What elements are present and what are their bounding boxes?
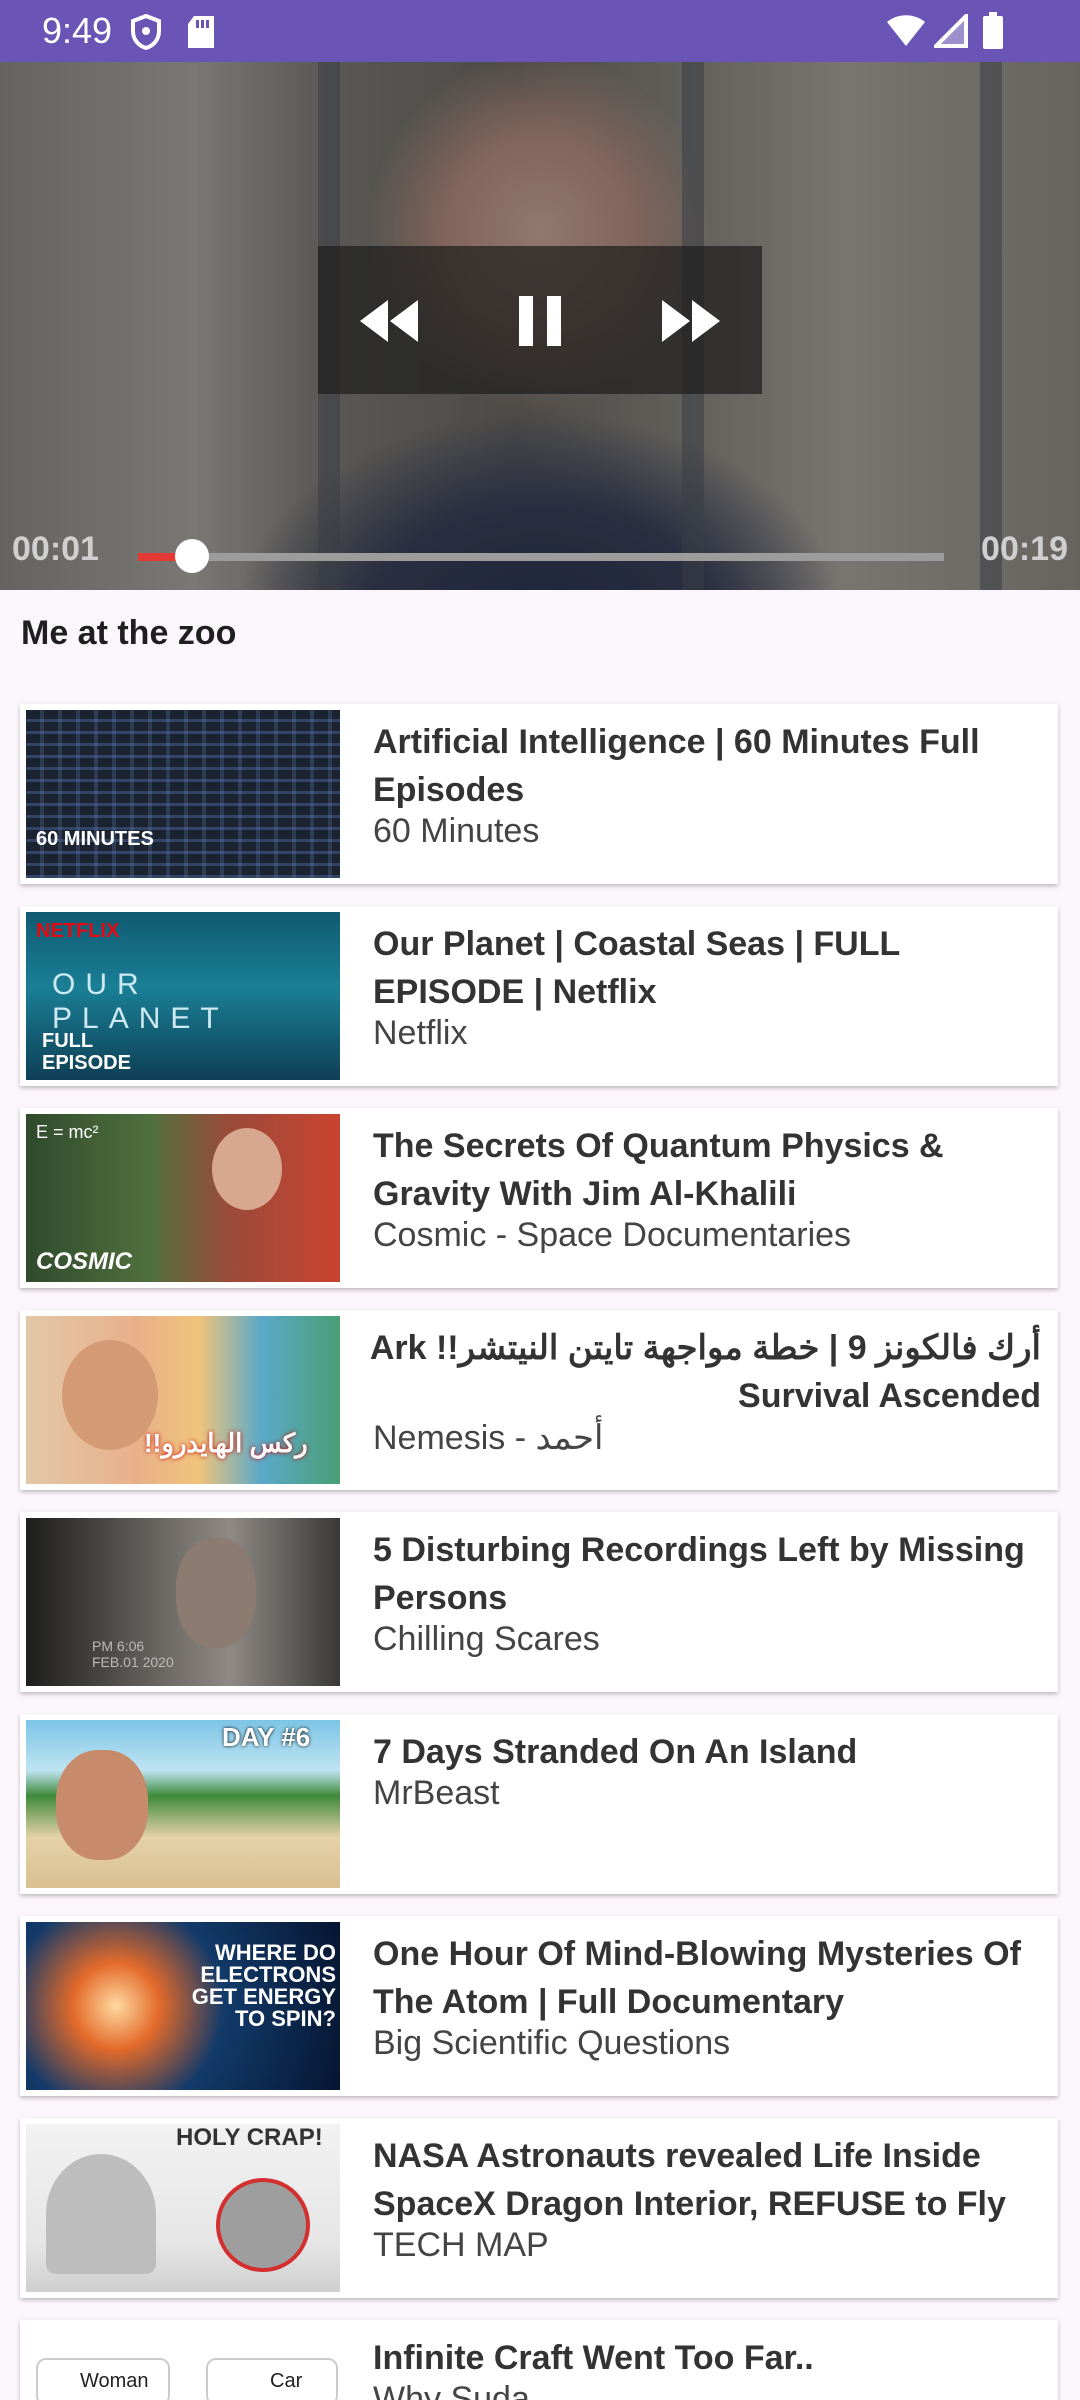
wifi-icon [887, 15, 925, 46]
video-card[interactable]: PM 6:06 FEB.01 2020 5 Disturbing Recordi… [20, 1512, 1058, 1692]
video-title-bar: Me at the zoo [0, 590, 1080, 678]
video-card[interactable]: NETFLIX OUR PLANET FULL EPISODE Our Plan… [20, 906, 1058, 1086]
video-card-title: The Secrets Of Quantum Physics & Gravity… [373, 1127, 944, 1213]
thumbnail-text: DAY #6 [222, 1722, 311, 1752]
video-card-channel: TECH MAP [373, 2226, 549, 2264]
video-card-title: أرك فالكونز 9 | خطة مواجهة تايتن النيتشر… [369, 1329, 1041, 1415]
thumbnail-text: COSMIC [36, 1248, 132, 1275]
video-card-channel: MrBeast [373, 1774, 500, 1812]
video-thumbnail: DAY #6 [26, 1720, 340, 1888]
rewind-button[interactable] [354, 286, 424, 356]
status-bar: 9:49 [0, 0, 1080, 62]
video-card[interactable]: DAY #6 7 Days Stranded On An Island MrBe… [20, 1714, 1058, 1894]
thumbnail-text: FULL EPISODE [42, 1030, 131, 1074]
video-card[interactable]: E = mc² COSMIC The Secrets Of Quantum Ph… [20, 1108, 1058, 1288]
playback-controls [318, 246, 762, 394]
video-player[interactable]: 00:01 00:19 [0, 62, 1080, 590]
thumbnail-text: PM 6:06 FEB.01 2020 [92, 1638, 174, 1670]
video-card[interactable]: HOLY CRAP! NASA Astronauts revealed Life… [20, 2118, 1058, 2298]
thumbnail-text: ركس الهايدرو!! [144, 1428, 308, 1458]
video-card[interactable]: ركس الهايدرو!! أرك فالكونز 9 | خطة مواجه… [20, 1310, 1058, 1490]
video-card-channel: Nemesis - أحمد [373, 1419, 604, 1457]
elapsed-time: 00:01 [12, 530, 99, 568]
video-thumbnail: ركس الهايدرو!! [26, 1316, 340, 1484]
video-thumbnail: PM 6:06 FEB.01 2020 [26, 1518, 340, 1686]
video-thumbnail: HOLY CRAP! [26, 2124, 340, 2292]
fast-forward-button[interactable] [656, 286, 726, 356]
video-card-channel: Netflix [373, 1014, 468, 1052]
video-card[interactable]: 60 MINUTES Artificial Intelligence | 60 … [20, 704, 1058, 884]
related-videos-list[interactable]: 60 MINUTES Artificial Intelligence | 60 … [0, 678, 1080, 2400]
video-thumbnail: WHERE DO ELECTRONS GET ENERGY TO SPIN? [26, 1922, 340, 2090]
video-card-channel: Big Scientific Questions [373, 2024, 731, 2062]
video-thumbnail: Woman Car [26, 2326, 340, 2400]
thumbnail-text: OUR PLANET [52, 968, 229, 1035]
video-thumbnail: E = mc² COSMIC [26, 1114, 340, 1282]
video-card-channel: Chilling Scares [373, 1620, 600, 1658]
status-time: 9:49 [42, 10, 113, 51]
video-card-title: NASA Astronauts revealed Life Inside Spa… [373, 2137, 1006, 2223]
video-card-title: Our Planet | Coastal Seas | FULL EPISODE… [373, 925, 900, 1011]
seek-bar-thumb[interactable] [175, 539, 209, 573]
video-thumbnail: 60 MINUTES [26, 710, 340, 878]
thumbnail-text: Car [270, 2370, 303, 2392]
seek-bar[interactable] [138, 539, 944, 573]
signal-icon [934, 14, 968, 48]
video-card-channel: Why Suda [373, 2380, 530, 2400]
thumbnail-text: 60 MINUTES [36, 828, 154, 850]
video-title: Me at the zoo [21, 614, 237, 652]
video-card-channel: Cosmic - Space Documentaries [373, 1216, 852, 1254]
shield-icon [131, 14, 161, 50]
duration-time: 00:19 [981, 530, 1068, 568]
thumbnail-text: E = mc² [36, 1122, 99, 1142]
video-thumbnail: NETFLIX OUR PLANET FULL EPISODE [26, 912, 340, 1080]
video-card-title: 5 Disturbing Recordings Left by Missing … [373, 1531, 1025, 1617]
video-card-title: Artificial Intelligence | 60 Minutes Ful… [373, 723, 980, 809]
video-card-channel: 60 Minutes [373, 812, 540, 850]
thumbnail-text: NETFLIX [36, 920, 120, 942]
video-card-title: Infinite Craft Went Too Far.. [373, 2339, 814, 2377]
thumbnail-text: HOLY CRAP! [176, 2124, 323, 2151]
video-card-title: 7 Days Stranded On An Island [373, 1733, 858, 1771]
sd-card-icon [188, 16, 214, 48]
pause-button[interactable] [505, 286, 575, 356]
thumbnail-text: Woman [80, 2370, 149, 2392]
video-card[interactable]: Woman Car Infinite Craft Went Too Far.. … [20, 2320, 1058, 2400]
video-card-title: One Hour Of Mind-Blowing Mysteries Of Th… [373, 1935, 1021, 2021]
battery-icon [983, 12, 1003, 49]
thumbnail-text: WHERE DO ELECTRONS GET ENERGY TO SPIN? [191, 1940, 336, 2031]
video-card[interactable]: WHERE DO ELECTRONS GET ENERGY TO SPIN? O… [20, 1916, 1058, 2096]
